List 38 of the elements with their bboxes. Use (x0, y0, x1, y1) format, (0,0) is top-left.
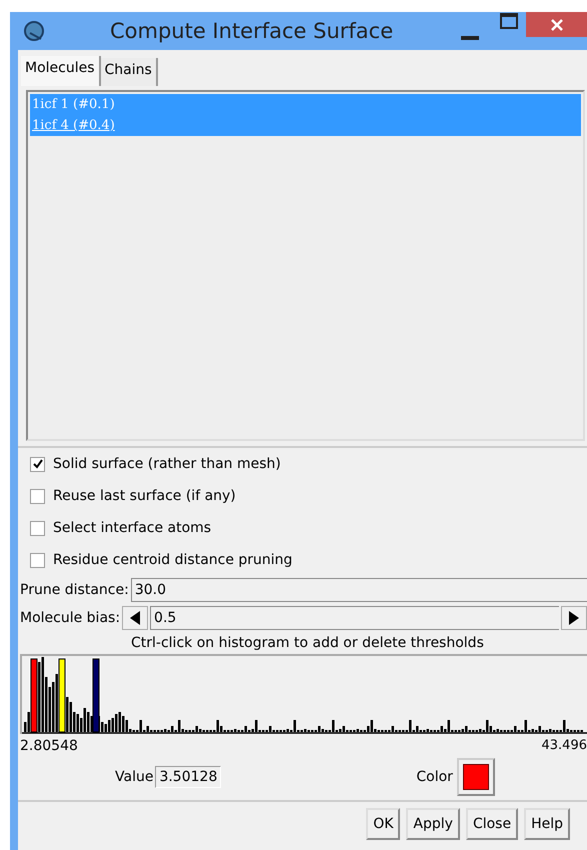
value-label: Value (115, 769, 154, 785)
histogram-panel[interactable] (20, 654, 587, 734)
option-label: Select interface atoms (53, 520, 212, 536)
threshold-marker[interactable] (30, 658, 38, 732)
threshold-marker[interactable] (92, 658, 100, 732)
min-value: 2.80548 (20, 738, 78, 754)
decrease-button[interactable] (122, 606, 148, 630)
input-field[interactable]: 30.0 (130, 578, 587, 602)
window-title: Compute Interface Surface (110, 19, 394, 43)
value-field[interactable]: 3.50128 (155, 766, 222, 788)
max-value: 43.496 (542, 738, 587, 754)
checkbox[interactable] (30, 488, 45, 504)
close-icon (551, 18, 563, 30)
maximize-icon[interactable] (500, 13, 518, 29)
checkbox[interactable] (30, 456, 45, 472)
dialog-button[interactable]: OK (366, 808, 400, 840)
option-label: Solid surface (rather than mesh) (53, 456, 281, 472)
dialog-button[interactable]: Close (466, 808, 518, 840)
left-arrow-icon (130, 611, 140, 625)
dialog-button[interactable]: Apply (406, 808, 460, 840)
right-arrow-icon (569, 611, 579, 625)
field-label: Molecule bias: (20, 610, 120, 626)
increase-button[interactable] (561, 606, 587, 630)
input-field[interactable]: 0.5 (150, 606, 559, 630)
checkbox[interactable] (30, 520, 45, 536)
tab[interactable]: Molecules (21, 56, 101, 86)
color-label: Color (416, 769, 453, 785)
hint-text: Ctrl-click on histogram to add or delete thresholds (130, 634, 485, 653)
close-button[interactable] (526, 12, 587, 37)
color-button[interactable] (456, 758, 495, 796)
dialog-button[interactable]: Help (524, 808, 570, 840)
option-label: Residue centroid distance pruning (53, 552, 292, 568)
option-label: Reuse last surface (if any) (53, 488, 236, 504)
field-label: Prune distance: (20, 582, 129, 598)
tab[interactable]: Chains (100, 58, 158, 86)
threshold-marker[interactable] (58, 658, 66, 732)
app-logo-icon (22, 19, 46, 43)
checkbox[interactable] (30, 552, 45, 568)
